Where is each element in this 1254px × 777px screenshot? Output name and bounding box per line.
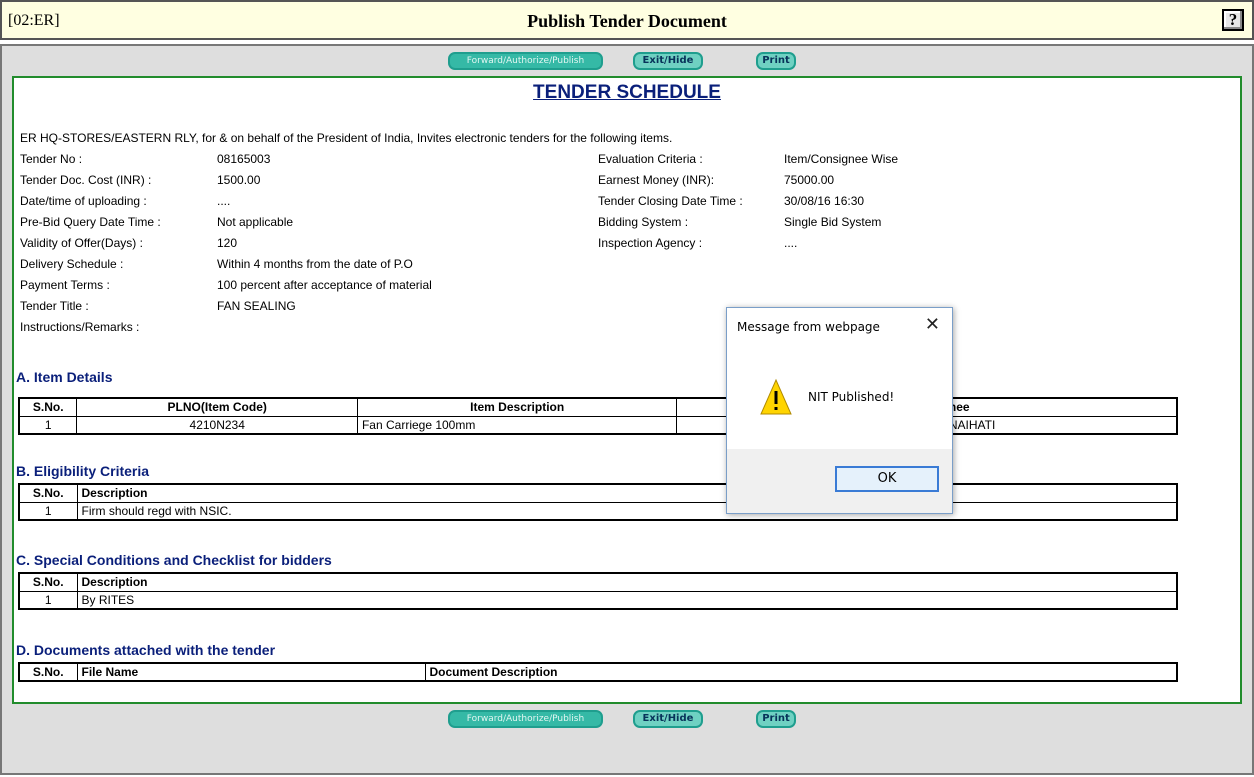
field-label: Pre-Bid Query Date Time : [20,215,161,229]
table-cell: 4210N234 [76,415,358,435]
field-value: 120 [217,236,238,250]
top-button-row: Forward/Authorize/Publish Exit/Hide Prin… [2,48,1252,72]
col-header: File Name [76,662,426,682]
field-value: 08165003 [217,152,271,166]
table-cell: Firm should regd with NSIC. [76,501,1178,521]
exit-hide-button[interactable]: Exit/Hide [633,52,703,70]
field-label: Evaluation Criteria : [598,152,703,166]
field-label: Tender Title : [20,299,89,313]
field-value: 1500.00 [217,173,261,187]
col-header: Description [76,483,1178,503]
table-row: 1 4210N234 Fan Carriege 100mm NAIHATI [18,415,1178,435]
field-value: Within 4 months from the date of P.O [217,257,413,271]
dialog-footer: OK [727,449,952,513]
field-value: .... [784,236,798,250]
field-label: Validity of Offer(Days) : [20,236,143,250]
intro-text: ER HQ-STORES/EASTERN RLY, for & on behal… [20,131,673,145]
table-cell: 1 [18,415,78,435]
col-header: PLNO(Item Code) [76,397,358,417]
dialog-title: Message from webpage [737,320,880,334]
tender-schedule-heading: TENDER SCHEDULE [533,82,721,103]
field-value: 30/08/16 16:30 [784,194,865,208]
bottom-button-row: Forward/Authorize/Publish Exit/Hide Prin… [2,706,1252,730]
table-cell: By RITES [76,590,1178,610]
eligibility-table: S.No. Description 1 Firm should regd wit… [18,483,1178,521]
table-cell: NAIHATI [935,415,1178,435]
forward-authorize-publish-button[interactable]: Forward/Authorize/Publish [448,710,603,728]
special-conditions-table: S.No. Description 1 By RITES [18,572,1178,610]
print-button[interactable]: Print [756,710,796,728]
table-header-row: S.No. Description [18,483,1178,503]
content-area: Forward/Authorize/Publish Exit/Hide Prin… [0,44,1254,775]
field-value: FAN SEALING [217,299,296,313]
col-header: Description [76,572,1178,592]
ok-button[interactable]: OK [835,466,939,492]
dialog-message: NIT Published! [808,390,895,404]
section-a-title: A. Item Details [16,369,113,385]
title-bar: [02:ER] Publish Tender Document ? [0,0,1254,40]
item-details-table: S.No. PLNO(Item Code) Item Description Q… [18,397,1178,435]
warning-icon [760,378,792,415]
table-row: 1 Firm should regd with NSIC. [18,501,1178,521]
field-value: Single Bid System [784,215,882,229]
col-header: S.No. [18,483,78,503]
field-value: .... [217,194,231,208]
col-header: Document Description [424,662,1178,682]
field-value: 100 percent after acceptance of material [217,278,432,292]
table-header-row: S.No. File Name Document Description [18,662,1178,682]
col-header: S.No. [18,662,78,682]
forward-authorize-publish-button[interactable]: Forward/Authorize/Publish [448,52,603,70]
print-button[interactable]: Print [756,52,796,70]
field-label: Earnest Money (INR): [598,173,715,187]
table-cell: 1 [18,590,78,610]
col-header: S.No. [18,397,78,417]
field-label: Tender No : [20,152,83,166]
col-header: S.No. [18,572,78,592]
section-b-title: B. Eligibility Criteria [16,463,150,479]
table-cell: 1 [18,501,78,521]
col-header: Item Description [356,397,678,417]
col-header: nee [935,397,1178,417]
field-label: Delivery Schedule : [20,257,124,271]
page-title: Publish Tender Document [527,11,727,31]
field-value: Item/Consignee Wise [784,152,899,166]
field-value: Not applicable [217,215,294,229]
message-dialog: Message from webpage ✕ NIT Published! OK [726,307,953,514]
table-row: 1 By RITES [18,590,1178,610]
tender-schedule-panel: TENDER SCHEDULE ER HQ-STORES/EASTERN RLY… [12,76,1242,704]
table-cell: Fan Carriege 100mm [356,415,678,435]
field-label: Tender Doc. Cost (INR) : [20,173,152,187]
field-label: Date/time of uploading : [20,194,147,208]
field-label: Bidding System : [598,215,689,229]
help-icon[interactable]: ? [1222,9,1244,31]
close-icon[interactable]: ✕ [925,314,940,335]
field-label: Instructions/Remarks : [20,320,140,334]
section-d-title: D. Documents attached with the tender [16,642,276,658]
field-label: Payment Terms : [20,278,110,292]
section-c-title: C. Special Conditions and Checklist for … [16,552,332,568]
table-header-row: S.No. PLNO(Item Code) Item Description Q… [18,397,1178,417]
field-value: 75000.00 [784,173,835,187]
table-header-row: S.No. Description [18,572,1178,592]
field-label: Inspection Agency : [598,236,703,250]
documents-table: S.No. File Name Document Description [18,662,1178,682]
exit-hide-button[interactable]: Exit/Hide [633,710,703,728]
field-label: Tender Closing Date Time : [598,194,743,208]
